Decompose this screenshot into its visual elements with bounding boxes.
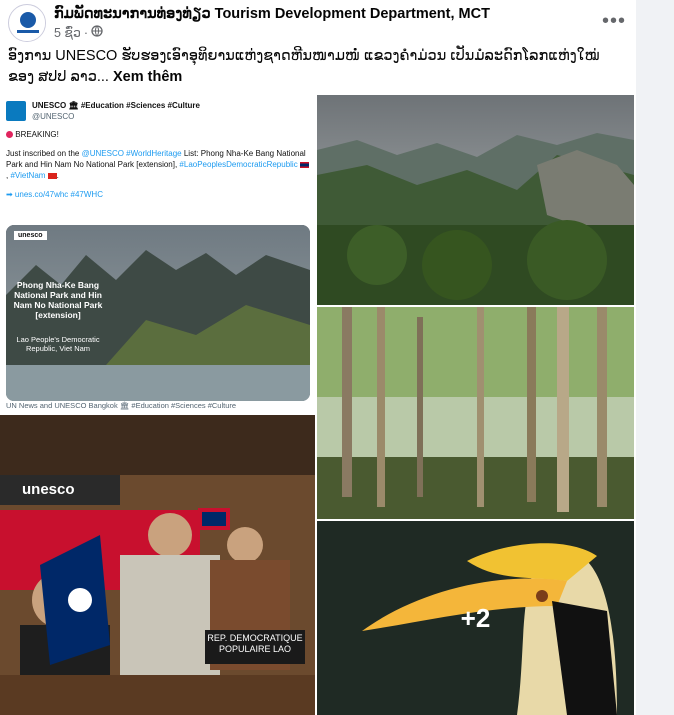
vietnam-flag-icon [47,172,57,179]
more-options-icon[interactable]: ••• [602,10,626,33]
tweet-body: BREAKING! Just inscribed on the @UNESCO … [6,129,310,200]
tweet-image-subtitle: Lao People's Democratic Republic, Viet N… [16,335,100,353]
red-circle-icon [6,131,13,139]
caption-text: ອົງການ UNESCO ຮັບຮອງເອົາອຸທິຍານແຫ່ງຊາດຫີ… [8,48,600,85]
post-meta: 5 ຊົ່ວ · [54,25,103,40]
forest-trees-photo[interactable] [317,307,634,519]
mountain-forest-photo[interactable] [317,95,634,305]
delegation-photo[interactable]: unesco REP. DEMOCRATIQUE POPULAIRE LAO [0,415,315,715]
tweet-footer: UN News and UNESCO Bangkok 🏛 #Education … [6,401,237,410]
tweet-link-lao[interactable]: #LaoPeoplesDemocraticRepublic [179,160,297,169]
photo-grid: UNESCO 🏛 #Education #Sciences #Culture @… [0,95,636,715]
post-header: ກົມພັດທະນາການທ່ອງທ່ຽວ Tourism Developmen… [8,4,628,44]
tweet-handle: @UNESCO [32,112,75,121]
lao-flag-icon [299,161,309,168]
tweet-link-worldheritage[interactable]: @UNESCO #WorldHeritage [82,149,182,158]
see-more-link[interactable]: Xem thêm [113,69,182,85]
tweet-author: UNESCO 🏛 #Education #Sciences #Culture [32,101,200,110]
more-photos-overlay[interactable]: +2 [317,521,634,715]
country-plaque: REP. DEMOCRATIQUE POPULAIRE LAO [207,633,303,654]
post-caption: ອົງການ UNESCO ຮັບຮອງເອົາອຸທິຍານແຫ່ງຊາດຫີ… [8,46,620,88]
tweet-link-vietnam[interactable]: #VietNam [10,171,45,180]
post-time[interactable]: 5 ຊົ່ວ [54,25,81,40]
tweet-header: UNESCO 🏛 #Education #Sciences #Culture @… [6,99,310,123]
tweet-image: unesco Phong Nha-Ke Bang National Park a… [6,225,310,401]
unesco-logo-icon [6,101,26,121]
unesco-badge: unesco [14,231,47,240]
page-name[interactable]: ກົມພັດທະນາການທ່ອງທ່ຽວ Tourism Developmen… [54,6,490,22]
globe-icon [91,25,103,40]
facebook-post: ກົມພັດທະນາການທ່ອງທ່ຽວ Tourism Developmen… [0,0,636,715]
tweet-screenshot-photo[interactable]: UNESCO 🏛 #Education #Sciences #Culture @… [0,95,315,413]
tweet-url[interactable]: ➡ unes.co/47whc #47WHC [6,189,310,200]
unesco-sign: unesco [22,481,75,498]
right-scroll-area [636,0,674,715]
hornbill-photo[interactable]: +2 [317,521,634,715]
page-avatar[interactable] [8,4,46,42]
tweet-breaking: BREAKING! [15,130,59,139]
tweet-image-title: Phong Nha-Ke Bang National Park and Hin … [13,280,103,320]
